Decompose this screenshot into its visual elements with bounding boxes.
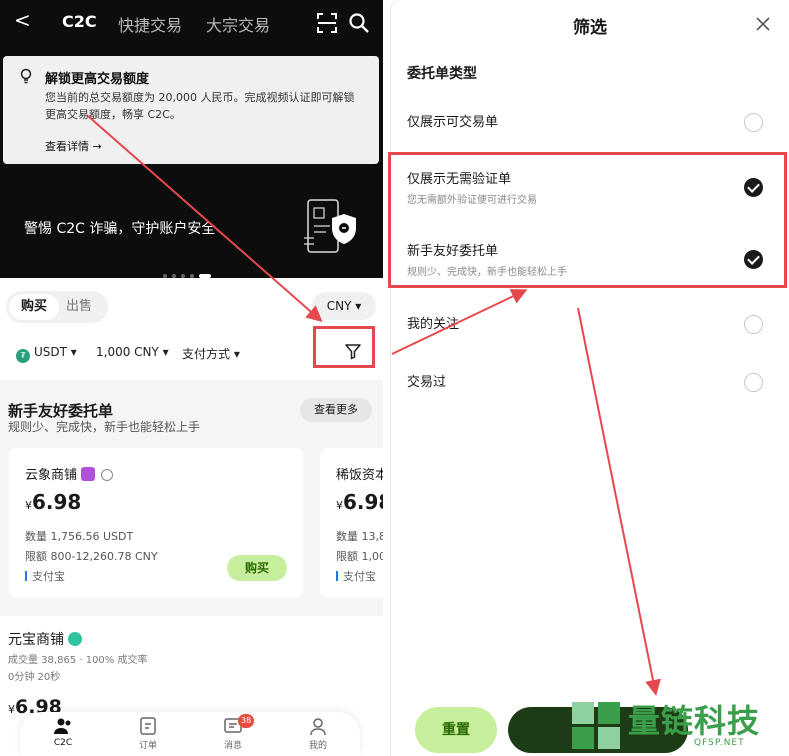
tab-bulk-trade[interactable]: 大宗交易 xyxy=(206,12,270,36)
tab-c2c-header[interactable]: C2C xyxy=(62,12,97,36)
top-banner-area: < C2C 快捷交易 大宗交易 解锁更高交易额度 您当前的总交易额度为 20,0… xyxy=(0,0,383,278)
verified-badge-icon xyxy=(68,632,82,646)
highlight-box-filter xyxy=(313,326,375,368)
unlock-limit-card[interactable]: 解锁更高交易额度 您当前的总交易额度为 20,000 人民币。完成视频认证即可解… xyxy=(3,56,379,164)
option-traded-before[interactable]: 交易过 xyxy=(407,371,773,392)
buy-tab[interactable]: 购买 xyxy=(9,294,59,320)
option-following[interactable]: 我的关注 xyxy=(407,313,773,334)
order-icon xyxy=(140,717,156,735)
highlight-box-options xyxy=(388,152,787,288)
payment-method: 支付宝 xyxy=(25,568,65,584)
tab-profile[interactable]: 我的 xyxy=(293,716,343,751)
beginner-friendly-section: 新手友好委托单 规则少、完成快，新手也能轻松上手 查看更多 云象商铺 ¥6.98… xyxy=(0,380,383,616)
sheet-title: 筛选 xyxy=(573,18,607,38)
unlock-description: 您当前的总交易额度为 20,000 人民币。完成视频认证即可解锁更高交易额度，畅… xyxy=(45,91,355,121)
coin-label: USDT ▾ xyxy=(34,345,77,359)
search-icon[interactable] xyxy=(348,12,370,34)
merchant-name: 云象商铺 xyxy=(25,464,114,483)
payment-method: 支付宝 xyxy=(336,568,376,584)
scan-icon[interactable] xyxy=(316,12,338,34)
merchant-quantity: 数量 13,8 xyxy=(336,530,383,543)
tab-label: 我的 xyxy=(308,741,327,751)
merchant-badge-icon xyxy=(81,467,96,481)
buy-sell-toggle: 购买 出售 xyxy=(6,291,108,323)
person-icon xyxy=(101,469,114,481)
watermark-domain: QFSP.NET xyxy=(694,738,745,748)
order-type-title: 委托单类型 xyxy=(407,66,477,82)
document-shield-icon xyxy=(304,199,356,253)
tab-quick-trade[interactable]: 快捷交易 xyxy=(118,12,182,36)
tab-c2c[interactable]: C2C xyxy=(38,716,88,748)
lightbulb-icon xyxy=(20,68,32,84)
view-details-link[interactable]: 查看详情 → xyxy=(45,138,102,154)
option-label: 交易过 xyxy=(407,375,447,390)
merchant-limit: 限额 1,00 xyxy=(336,550,383,563)
tab-orders[interactable]: 订单 xyxy=(123,716,173,751)
option-tradable-only[interactable]: 仅展示可交易单 xyxy=(407,111,773,132)
filter-sheet: 筛选 委托单类型 仅展示可交易单 仅展示无需验证单 您无需额外验证便可进行交易 … xyxy=(391,0,789,756)
merchant-card[interactable]: 云象商铺 ¥6.98 数量 1,756.56 USDT 限额 800-12,26… xyxy=(9,448,303,598)
c2c-screen: < C2C 快捷交易 大宗交易 解锁更高交易额度 您当前的总交易额度为 20,0… xyxy=(0,0,383,756)
payment-select[interactable]: 支付方式 ▾ xyxy=(182,345,240,362)
coin-select[interactable]: ₮ USDT ▾ xyxy=(16,345,77,363)
back-button[interactable]: < xyxy=(14,8,31,32)
close-icon[interactable] xyxy=(754,15,772,33)
watermark-logo: 量链科技 QFSP.NET xyxy=(566,694,789,756)
sell-tab[interactable]: 出售 xyxy=(66,294,92,320)
profile-icon xyxy=(310,718,326,736)
fraud-warning-text: 警惕 C2C 诈骗，守护账户安全 xyxy=(24,221,216,237)
radio-unchecked-icon[interactable] xyxy=(744,315,763,334)
see-more-button[interactable]: 查看更多 xyxy=(300,398,372,422)
merchant-response-time: 0分钟 20秒 xyxy=(8,672,61,683)
watermark-text: 量链科技 xyxy=(628,702,761,740)
merchant-price: ¥6.98 xyxy=(336,490,383,514)
tab-messages[interactable]: 38 消息 xyxy=(208,714,258,751)
buy-button[interactable]: 购买 xyxy=(227,555,287,581)
merchant-name: 元宝商铺 xyxy=(8,629,82,649)
tether-icon: ₮ xyxy=(16,349,30,363)
reset-button[interactable]: 重置 xyxy=(415,707,497,753)
merchant-card[interactable]: 稀饭资本 ¥6.98 数量 13,8 限额 1,00 支付宝 xyxy=(320,448,383,598)
merchant-limit: 限额 800-12,260.78 CNY xyxy=(25,550,158,563)
tab-label: 订单 xyxy=(138,741,157,751)
merchant-quantity: 数量 1,756.56 USDT xyxy=(25,530,134,543)
amount-select[interactable]: 1,000 CNY ▾ xyxy=(96,345,169,359)
option-label: 我的关注 xyxy=(407,317,460,332)
section-subtitle: 规则少、完成快，新手也能轻松上手 xyxy=(8,420,201,434)
merchant-price: ¥6.98 xyxy=(25,490,82,514)
unlock-title: 解锁更高交易额度 xyxy=(45,72,150,87)
radio-unchecked-icon[interactable] xyxy=(744,373,763,392)
brand-logo-icon xyxy=(572,702,620,749)
merchant-stats: 成交量 38,865 · 100% 成交率 xyxy=(8,655,148,666)
users-icon xyxy=(54,718,71,734)
tab-label: 消息 xyxy=(223,741,242,751)
merchant-name: 稀饭资本 xyxy=(336,468,383,483)
unread-badge: 38 xyxy=(238,714,255,728)
radio-unchecked-icon[interactable] xyxy=(744,113,763,132)
currency-select[interactable]: CNY ▾ xyxy=(312,292,376,320)
tab-label: C2C xyxy=(53,738,73,748)
bottom-tab-bar: C2C 订单 38 消息 我的 xyxy=(20,712,360,756)
option-label: 仅展示可交易单 xyxy=(407,115,499,130)
